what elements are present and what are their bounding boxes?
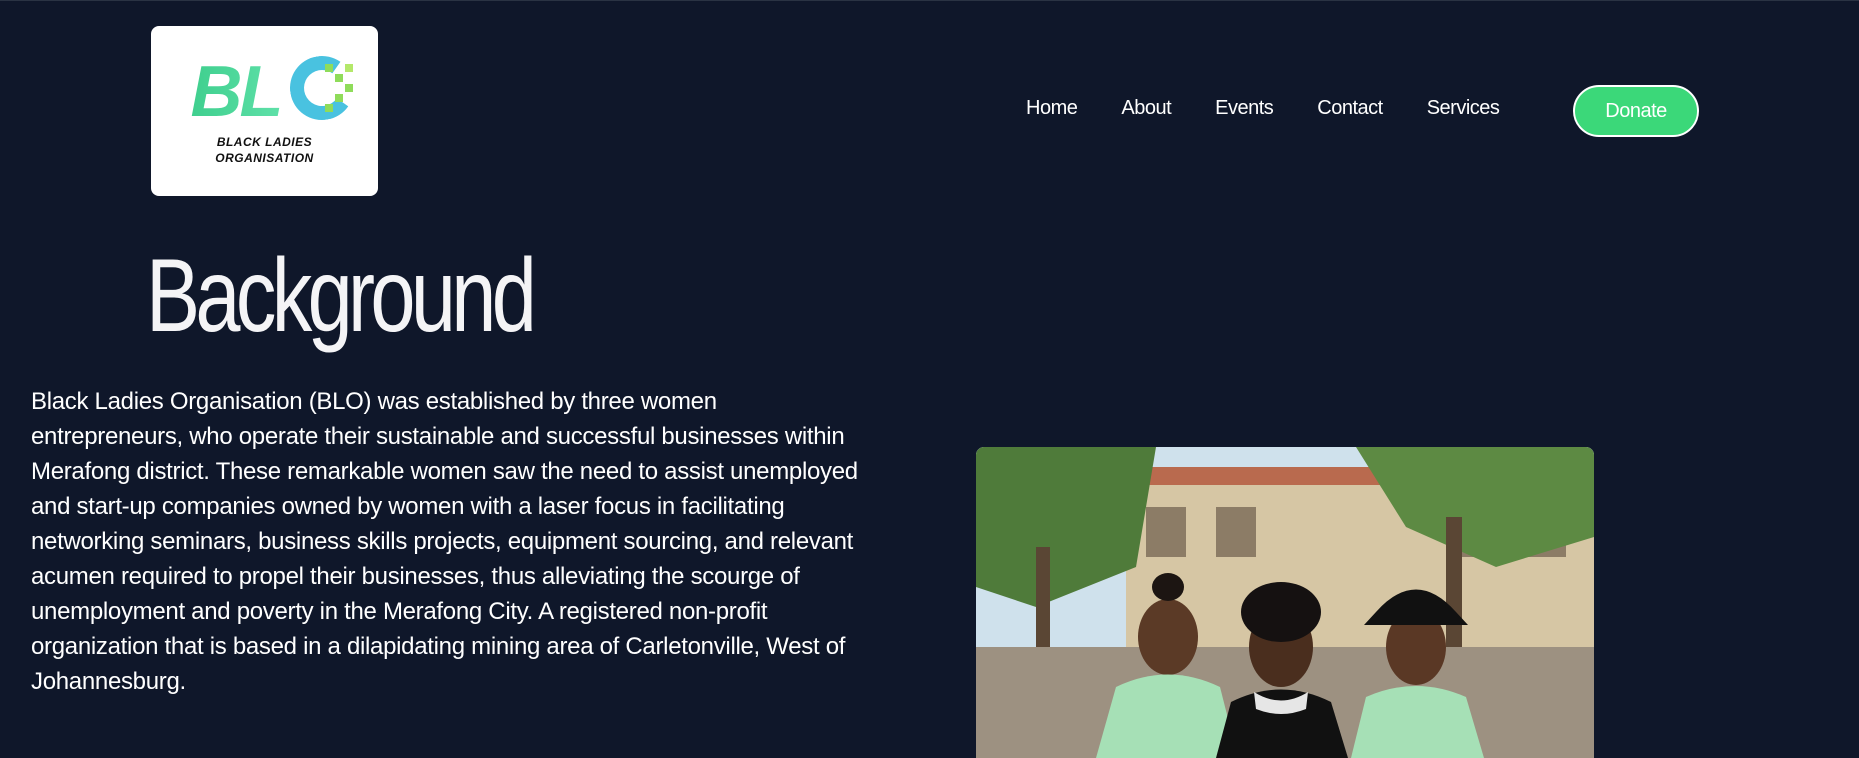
logo-mark: BL — [175, 50, 359, 132]
logo[interactable]: BL BLACK LADIES ORGANISATION — [151, 26, 378, 196]
main-nav: Home About Events Contact Services — [1026, 97, 1500, 120]
logo-letters: BL — [190, 52, 284, 132]
page-title: Background — [146, 238, 537, 354]
nav-contact[interactable]: Contact — [1317, 97, 1383, 120]
nav-events[interactable]: Events — [1215, 97, 1274, 120]
logo-pixel — [334, 74, 343, 82]
logo-line-2: ORGANISATION — [215, 151, 314, 165]
nav-services[interactable]: Services — [1427, 97, 1500, 120]
logo-pixel — [344, 84, 353, 92]
logo-pixel — [324, 104, 333, 112]
background-paragraph: Black Ladies Organisation (BLO) was esta… — [31, 388, 858, 695]
logo-wordmark: BLACK LADIES ORGANISATION — [215, 134, 313, 166]
logo-line-1: BLACK LADIES — [216, 135, 313, 149]
logo-pixel — [324, 64, 333, 72]
team-photo — [976, 447, 1594, 758]
team-photo-illustration — [976, 447, 1594, 758]
donate-button[interactable]: Donate — [1573, 85, 1699, 137]
nav-home[interactable]: Home — [1026, 97, 1078, 120]
logo-pixel — [334, 94, 343, 102]
logo-pixel — [344, 64, 353, 72]
nav-about[interactable]: About — [1121, 97, 1171, 120]
